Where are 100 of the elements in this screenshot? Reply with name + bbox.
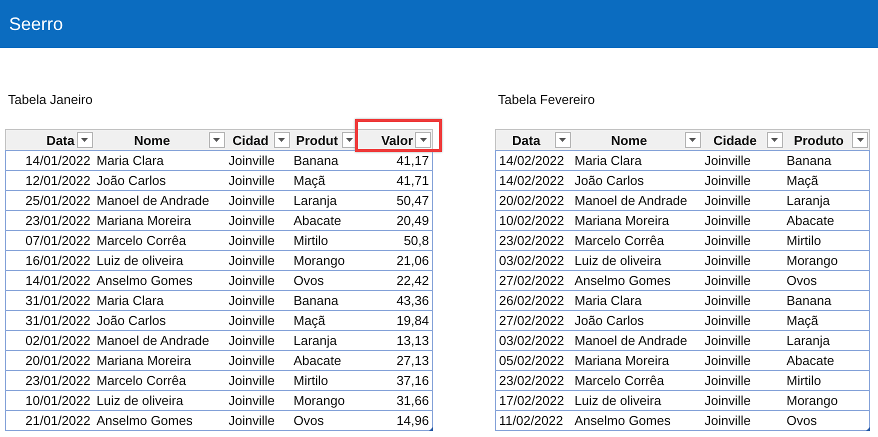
- column-header: Cidad: [231, 132, 270, 148]
- table-cell: Joinville: [228, 193, 275, 208]
- table-cell: Mirtilo: [294, 373, 328, 388]
- table-cell: Joinville: [228, 153, 275, 168]
- table-cell: Maria Clara: [96, 153, 164, 168]
- table-cell: Joinville: [228, 373, 275, 388]
- caret-icon: [81, 138, 88, 142]
- table-cell: Joinville: [704, 333, 751, 348]
- table-title: Tabela Fevereiro: [498, 92, 596, 109]
- table-cell: Ovos: [786, 273, 817, 288]
- table-cell: Banana: [786, 153, 832, 168]
- table-cell: 21,06: [396, 253, 429, 268]
- table-cell: Maria Clara: [96, 293, 164, 308]
- table-cell: 25/01/2022: [25, 193, 90, 208]
- table-cell: Joinville: [228, 273, 275, 288]
- filter-dropdown-button[interactable]: [852, 132, 868, 148]
- table-cell: Banana: [294, 153, 338, 168]
- table-cell: 41,71: [396, 173, 429, 188]
- table-cell: 14,96: [396, 413, 429, 428]
- table-cell: Joinville: [228, 173, 275, 188]
- table-cell: Morango: [786, 393, 838, 408]
- table-cell: 23/01/2022: [25, 373, 90, 388]
- resize-handle-icon[interactable]: [866, 427, 870, 431]
- table-cell: Marcelo Corrêa: [96, 373, 186, 388]
- table-cell: 16/01/2022: [25, 253, 90, 268]
- table-cell: Joinville: [704, 213, 751, 228]
- table-cell: João Carlos: [574, 173, 644, 188]
- filter-dropdown-button[interactable]: [766, 132, 782, 148]
- table-cell: Laranja: [294, 193, 337, 208]
- table-cell: João Carlos: [96, 173, 166, 188]
- table-cell: 12/01/2022: [25, 173, 90, 188]
- column-header: Data: [45, 132, 76, 148]
- table-cell: 14/02/2022: [499, 173, 564, 188]
- table-cell: Laranja: [786, 193, 830, 208]
- table-cell: Mariana Moreira: [96, 213, 192, 228]
- table-cell: Joinville: [704, 193, 751, 208]
- table-cell: 50,8: [404, 233, 429, 248]
- table-cell: Banana: [786, 293, 832, 308]
- table-cell: Joinville: [228, 213, 275, 228]
- table-cell: 22,42: [396, 273, 429, 288]
- caret-icon: [559, 138, 566, 142]
- caret-icon: [346, 138, 353, 142]
- table-cell: Marcelo Corrêa: [96, 233, 186, 248]
- table-cell: 21/01/2022: [25, 413, 90, 428]
- table-cell: Joinville: [704, 413, 751, 428]
- filter-dropdown-button[interactable]: [274, 132, 290, 148]
- table-cell: 27/02/2022: [499, 273, 564, 288]
- table-cell: Maçã: [786, 173, 818, 188]
- table-cell: Joinville: [704, 233, 751, 248]
- table-cell: 14/01/2022: [25, 153, 90, 168]
- caret-icon: [856, 138, 864, 142]
- table-cell: Maria Clara: [574, 293, 642, 308]
- table-cell: 20,49: [396, 213, 429, 228]
- table-cell: Joinville: [704, 253, 751, 268]
- table-cell: 11/02/2022: [499, 413, 564, 428]
- column-header: Produto: [792, 132, 845, 148]
- table-cell: 02/01/2022: [25, 333, 90, 348]
- resize-handle-icon[interactable]: [429, 427, 433, 431]
- table-cell: 19,84: [396, 313, 429, 328]
- filter-dropdown-button[interactable]: [208, 132, 224, 148]
- filter-dropdown-button[interactable]: [76, 132, 92, 148]
- table-cell: Banana: [294, 293, 338, 308]
- table-cell: Maçã: [294, 173, 326, 188]
- table-cell: Joinville: [228, 233, 275, 248]
- table-cell: Laranja: [786, 333, 830, 348]
- table-cell: 50,47: [396, 193, 429, 208]
- table-cell: Joinville: [704, 153, 751, 168]
- table-cell: Luiz de oliveira: [574, 253, 662, 268]
- table-cell: Joinville: [228, 313, 275, 328]
- table-cell: 31/01/2022: [25, 313, 90, 328]
- table-cell: Laranja: [294, 333, 337, 348]
- filter-dropdown-button[interactable]: [684, 132, 700, 148]
- table-cell: Abacate: [294, 353, 342, 368]
- table-cell: Joinville: [704, 393, 751, 408]
- table-cell: 27,13: [396, 353, 429, 368]
- app-title: Seerro: [9, 14, 64, 34]
- table-cell: 26/02/2022: [499, 293, 564, 308]
- table-cell: Joinville: [228, 353, 275, 368]
- table-cell: Joinville: [704, 273, 751, 288]
- table-cell: Morango: [786, 253, 838, 268]
- table-cell: Maçã: [294, 313, 326, 328]
- table-cell: 07/01/2022: [25, 233, 90, 248]
- table-cell: 31/01/2022: [25, 293, 90, 308]
- table-cell: 23/02/2022: [499, 373, 564, 388]
- table-cell: Joinville: [228, 333, 275, 348]
- table-cell: Morango: [294, 253, 345, 268]
- column-header: Nome: [132, 132, 172, 148]
- table-cell: 14/01/2022: [25, 273, 90, 288]
- table-cell: 20/01/2022: [25, 353, 90, 368]
- table-cell: Anselmo Gomes: [574, 273, 671, 288]
- table-cell: Luiz de oliveira: [574, 393, 662, 408]
- table-cell: 41,17: [396, 153, 429, 168]
- table-cell: 13,13: [396, 333, 429, 348]
- table-cell: Anselmo Gomes: [574, 413, 671, 428]
- table-cell: Mariana Moreira: [96, 353, 192, 368]
- table-cell: Joinville: [228, 413, 275, 428]
- filter-dropdown-button[interactable]: [554, 132, 570, 148]
- table-cell: 17/02/2022: [499, 393, 564, 408]
- table-cell: Joinville: [704, 353, 751, 368]
- filter-dropdown-button[interactable]: [415, 132, 431, 148]
